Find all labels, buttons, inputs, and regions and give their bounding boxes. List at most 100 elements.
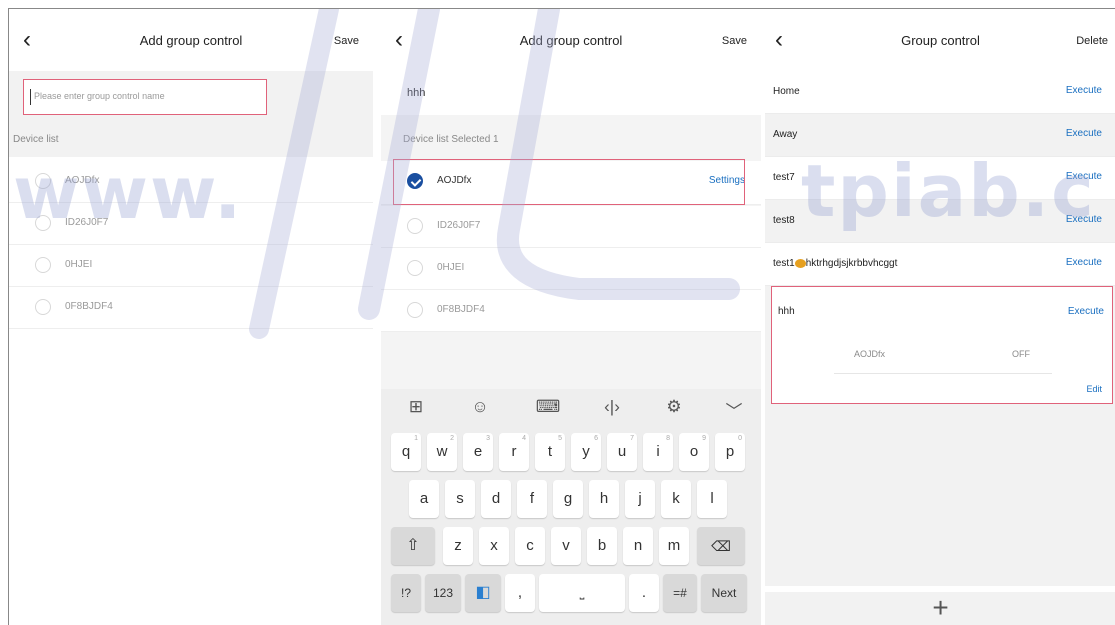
- group-name-prefix: test1: [773, 258, 795, 269]
- key[interactable]: s: [445, 480, 475, 518]
- key-hint: 0: [738, 435, 742, 442]
- group-name: test8: [773, 215, 795, 226]
- delete-button[interactable]: Delete: [1076, 35, 1108, 47]
- divider: [834, 373, 1052, 374]
- key[interactable]: 5t: [535, 433, 565, 471]
- key-label: r: [511, 443, 517, 460]
- key[interactable]: j: [625, 480, 655, 518]
- device-row[interactable]: 0HJEI: [381, 248, 761, 290]
- comma-key[interactable]: ,: [505, 574, 535, 612]
- execute-button[interactable]: Execute: [1066, 171, 1102, 182]
- hide-keyboard-chevron-icon[interactable]: ﹀: [719, 397, 749, 422]
- key[interactable]: c: [515, 527, 545, 565]
- key[interactable]: x: [479, 527, 509, 565]
- device-name: 0HJEI: [65, 259, 93, 270]
- group-row[interactable]: Home Execute: [765, 71, 1115, 114]
- group-name-input[interactable]: Please enter group control name: [23, 79, 267, 115]
- key[interactable]: 8i: [643, 433, 673, 471]
- radio-button[interactable]: [407, 218, 423, 234]
- key[interactable]: a: [409, 480, 439, 518]
- punctuation-key[interactable]: =#: [663, 574, 697, 612]
- device-row[interactable]: ID26J0F7: [9, 203, 373, 245]
- emoji-icon[interactable]: ☺: [465, 397, 495, 417]
- radio-button[interactable]: [35, 215, 51, 231]
- key[interactable]: h: [589, 480, 619, 518]
- radio-button[interactable]: [407, 302, 423, 318]
- add-group-panel-typing: ‹ Add group control Save hhh Device list…: [381, 9, 761, 625]
- next-key[interactable]: Next: [701, 574, 747, 612]
- page-title: Group control: [901, 33, 980, 48]
- key-label: t: [547, 443, 553, 460]
- edit-button[interactable]: Edit: [1086, 384, 1102, 394]
- device-row[interactable]: 0HJEI: [9, 245, 373, 287]
- key[interactable]: z: [443, 527, 473, 565]
- key-hint: 3: [486, 435, 490, 442]
- key[interactable]: 7u: [607, 433, 637, 471]
- radio-button[interactable]: [35, 299, 51, 315]
- add-group-plus-icon[interactable]: +: [765, 592, 1115, 625]
- device-name: 0F8BJDF4: [437, 304, 485, 315]
- key[interactable]: 1q: [391, 433, 421, 471]
- key[interactable]: l: [697, 480, 727, 518]
- key[interactable]: g: [553, 480, 583, 518]
- backspace-key-icon[interactable]: ⌫: [697, 527, 745, 565]
- key[interactable]: f: [517, 480, 547, 518]
- device-row[interactable]: AOJDfx: [9, 161, 373, 203]
- key[interactable]: m: [659, 527, 689, 565]
- key-label: i: [656, 443, 660, 460]
- device-row[interactable]: ID26J0F7: [381, 206, 761, 248]
- device-name: 0HJEI: [437, 262, 465, 273]
- radio-button[interactable]: [35, 257, 51, 273]
- top-bar: ‹ Add group control Save: [381, 9, 761, 71]
- apps-grid-icon[interactable]: ⊞: [401, 397, 431, 417]
- save-button[interactable]: Save: [334, 35, 359, 47]
- key[interactable]: n: [623, 527, 653, 565]
- execute-button[interactable]: Execute: [1066, 128, 1102, 139]
- execute-button[interactable]: Execute: [1066, 85, 1102, 96]
- group-row[interactable]: Away Execute: [765, 114, 1115, 157]
- execute-button[interactable]: Execute: [1066, 214, 1102, 225]
- key[interactable]: v: [551, 527, 581, 565]
- keyboard-layout-icon[interactable]: ⌨: [533, 397, 563, 417]
- device-row[interactable]: 0F8BJDF4: [381, 290, 761, 332]
- key[interactable]: 9o: [679, 433, 709, 471]
- radio-button[interactable]: [407, 260, 423, 276]
- key[interactable]: 4r: [499, 433, 529, 471]
- group-control-panel: ‹ Group control Delete Home Execute Away…: [765, 9, 1115, 625]
- execute-button[interactable]: Execute: [1066, 257, 1102, 268]
- save-button[interactable]: Save: [722, 35, 747, 47]
- key[interactable]: d: [481, 480, 511, 518]
- device-row[interactable]: 0F8BJDF4: [9, 287, 373, 329]
- top-bar: ‹ Group control Delete: [765, 9, 1115, 71]
- device-name: AOJDfx: [65, 175, 100, 186]
- key[interactable]: 3e: [463, 433, 493, 471]
- device-name: ID26J0F7: [65, 217, 109, 228]
- key[interactable]: 2w: [427, 433, 457, 471]
- symbols-key[interactable]: !?: [391, 574, 421, 612]
- language-switch-icon[interactable]: ◧: [465, 574, 501, 612]
- execute-button[interactable]: Execute: [1068, 306, 1104, 317]
- period-key[interactable]: .: [629, 574, 659, 612]
- key[interactable]: k: [661, 480, 691, 518]
- cursor-move-icon[interactable]: ‹|›: [597, 397, 627, 417]
- shift-key-icon[interactable]: ⇧: [391, 527, 435, 565]
- group-row[interactable]: test8 Execute: [765, 200, 1115, 243]
- group-row[interactable]: test7 Execute: [765, 157, 1115, 200]
- key-label: o: [689, 443, 699, 460]
- key-hint: 5: [558, 435, 562, 442]
- soft-keyboard: ⊞ ☺ ⌨ ‹|› ⚙ ﹀ 1q 2w 3e 4r 5t 6y 7u 8i 9o…: [381, 389, 761, 625]
- group-row[interactable]: test1 hktrhgdjsjkrbbvhcggt Execute: [765, 243, 1115, 286]
- space-key-icon[interactable]: ⎵: [539, 574, 625, 612]
- cursor-caret: [30, 89, 31, 105]
- settings-gear-icon[interactable]: ⚙: [659, 397, 689, 417]
- group-name-input[interactable]: hhh: [381, 71, 761, 115]
- expanded-group-card[interactable]: hhh Execute AOJDfx OFF Edit: [771, 286, 1113, 404]
- page-title: Add group control: [139, 33, 243, 48]
- key[interactable]: 6y: [571, 433, 601, 471]
- page-title: Add group control: [519, 33, 623, 48]
- radio-button[interactable]: [35, 173, 51, 189]
- key[interactable]: b: [587, 527, 617, 565]
- numbers-key[interactable]: 123: [425, 574, 461, 612]
- key[interactable]: 0p: [715, 433, 745, 471]
- group-name: Away: [773, 129, 798, 140]
